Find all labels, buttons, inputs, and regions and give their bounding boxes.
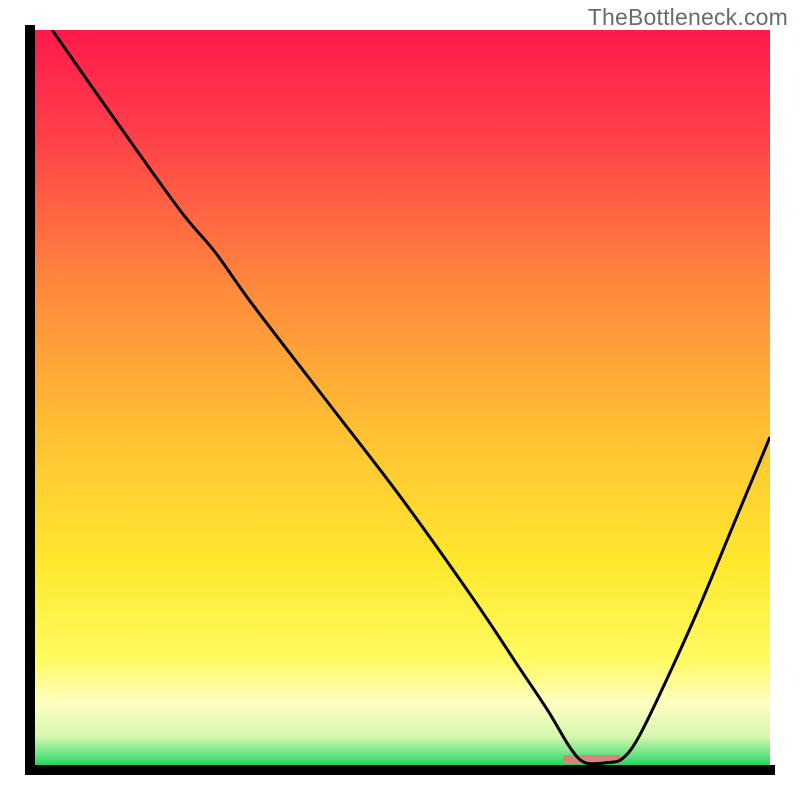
bottleneck-chart — [0, 0, 800, 800]
gradient-background — [30, 30, 770, 770]
chart-container: TheBottleneck.com — [0, 0, 800, 800]
watermark-label: TheBottleneck.com — [588, 4, 788, 31]
